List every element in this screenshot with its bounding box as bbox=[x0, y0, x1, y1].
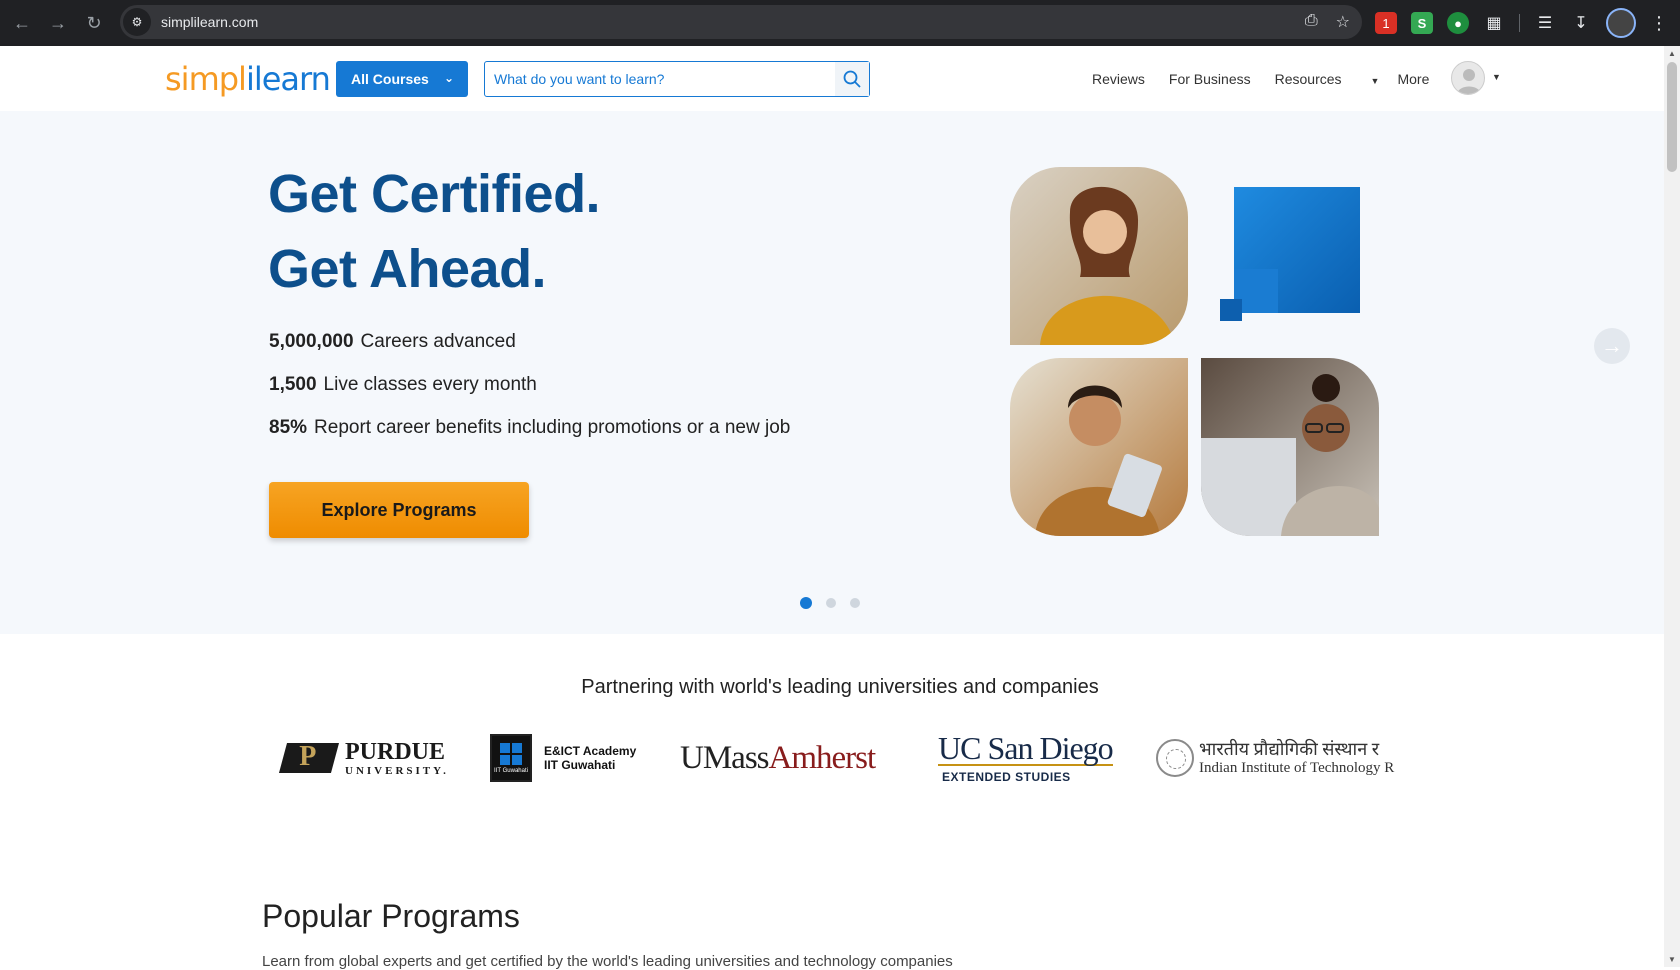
scroll-up-icon[interactable]: ▲ bbox=[1668, 49, 1676, 58]
extension-green-icon[interactable]: ● bbox=[1447, 12, 1469, 34]
stat-label: Report career benefits including promoti… bbox=[314, 417, 791, 438]
user-avatar[interactable] bbox=[1451, 61, 1485, 95]
forward-icon[interactable]: → bbox=[40, 5, 76, 41]
page-scrollbar[interactable]: ▲ ▼ bbox=[1664, 46, 1680, 967]
umass-amherst-logo[interactable]: UMass Amherst bbox=[680, 728, 877, 788]
simplilearn-logo[interactable]: simplilearn bbox=[165, 60, 331, 98]
stat-value: 5,000,000 bbox=[269, 331, 354, 352]
install-app-icon[interactable]: ⎙ bbox=[1305, 12, 1318, 32]
carousel-dots bbox=[800, 597, 860, 609]
hero-stat: 5,000,000 Careers advanced bbox=[269, 331, 516, 353]
popular-programs-subtitle: Learn from global experts and get certif… bbox=[262, 953, 953, 970]
hero-photo-woman-yellow-sweater bbox=[1010, 167, 1188, 345]
stat-value: 85% bbox=[269, 417, 308, 438]
back-icon[interactable]: ← bbox=[4, 5, 40, 41]
eict-line-1: E&ICT Academy bbox=[544, 743, 637, 758]
search-input[interactable] bbox=[485, 62, 825, 96]
chevron-down-icon: ⌄ bbox=[443, 71, 454, 85]
media-controls-icon[interactable]: ☰ bbox=[1534, 12, 1556, 34]
umass-text: UMass bbox=[680, 739, 770, 776]
site-settings-icon[interactable]: ⚙ bbox=[123, 8, 151, 36]
caret-down-icon: ▼ bbox=[1370, 76, 1380, 86]
hero-stat: 1,500 Live classes every month bbox=[269, 374, 537, 396]
purdue-p-mark bbox=[278, 743, 340, 773]
ucsd-title: UC San Diego bbox=[938, 730, 1114, 766]
purdue-name: PURDUE bbox=[345, 738, 445, 765]
brand-mark-graphic bbox=[1220, 187, 1360, 327]
eict-line-2: IIT Guwahati bbox=[544, 758, 616, 772]
carousel-dot[interactable] bbox=[826, 598, 836, 608]
partners-heading: Partnering with world's leading universi… bbox=[581, 676, 1099, 698]
carousel-dot[interactable] bbox=[800, 597, 812, 609]
top-nav: Reviews For Business Resources ▼ More ▼ bbox=[1092, 71, 1498, 87]
site-header: simplilearn All Courses ⌄ Reviews For Bu… bbox=[0, 46, 1664, 111]
partner-logos: PURDUEUNIVERSITY. IIT Guwahati E&ICT Aca… bbox=[0, 728, 1664, 788]
amherst-text: Amherst bbox=[768, 739, 877, 776]
iit-hindi-name: भारतीय प्रौद्योगिकी संस्थान र bbox=[1199, 739, 1380, 760]
hero-title-line-1: Get Certified. bbox=[268, 164, 601, 224]
purdue-logo[interactable]: PURDUEUNIVERSITY. bbox=[278, 728, 449, 788]
eict-iit-guwahati-logo[interactable]: IIT Guwahati E&ICT Academy IIT Guwahati bbox=[490, 728, 636, 788]
browser-toolbar: ← → ↻ ⚙ simplilearn.com ⎙ ☆ 1 S ● ▦ ☰ ↧ … bbox=[0, 0, 1680, 46]
uc-san-diego-logo[interactable]: UC San Diego EXTENDED STUDIES bbox=[938, 728, 1114, 788]
reload-icon[interactable]: ↻ bbox=[76, 5, 112, 41]
search-box bbox=[484, 61, 870, 97]
extension-badge: 1 bbox=[1382, 15, 1390, 31]
download-icon[interactable]: ↧ bbox=[1570, 12, 1592, 34]
address-bar[interactable]: ⚙ simplilearn.com ⎙ ☆ bbox=[120, 5, 1362, 39]
bookmark-star-icon[interactable]: ☆ bbox=[1336, 12, 1350, 32]
nav-reviews[interactable]: Reviews bbox=[1092, 71, 1145, 87]
eict-badge: IIT Guwahati bbox=[490, 734, 532, 782]
extensions-puzzle-icon[interactable]: ▦ bbox=[1483, 12, 1505, 34]
extension-s-icon[interactable]: S bbox=[1411, 12, 1433, 34]
explore-programs-button[interactable]: Explore Programs bbox=[269, 482, 529, 538]
extension-red-icon[interactable]: 1 bbox=[1375, 12, 1397, 34]
logo-part-1: simpl bbox=[165, 60, 247, 98]
stat-label: Live classes every month bbox=[323, 374, 537, 395]
logo-part-2: ilearn bbox=[245, 60, 331, 98]
nav-resources-label: Resources bbox=[1274, 71, 1342, 87]
carousel-dot[interactable] bbox=[850, 598, 860, 608]
nav-resources[interactable]: Resources ▼ bbox=[1275, 71, 1380, 87]
hero-photo-woman-laptop bbox=[1201, 358, 1379, 536]
hero-stat: 85% Report career benefits including prom… bbox=[269, 417, 790, 439]
iit-logo[interactable]: भारतीय प्रौद्योगिकी संस्थान र Indian Inst… bbox=[1156, 728, 1406, 788]
eict-badge-text: IIT Guwahati bbox=[494, 767, 528, 774]
purdue-sub: UNIVERSITY. bbox=[345, 764, 449, 777]
scrollbar-thumb[interactable] bbox=[1667, 62, 1677, 172]
user-caret-icon[interactable]: ▼ bbox=[1492, 72, 1501, 82]
iit-seal-icon bbox=[1156, 739, 1194, 777]
toolbar-divider bbox=[1519, 14, 1520, 32]
stat-label: Careers advanced bbox=[360, 331, 516, 352]
search-icon bbox=[843, 70, 861, 88]
hero-banner: Get Certified. Get Ahead. 5,000,000 Caree… bbox=[0, 111, 1664, 634]
hero-title-line-2: Get Ahead. bbox=[268, 239, 547, 299]
iit-english-name: Indian Institute of Technology R bbox=[1199, 759, 1395, 776]
all-courses-label: All Courses bbox=[351, 71, 429, 87]
stat-value: 1,500 bbox=[269, 374, 317, 395]
carousel-next-button[interactable]: → bbox=[1594, 328, 1630, 364]
popular-programs-heading: Popular Programs bbox=[262, 898, 520, 934]
user-icon bbox=[1457, 69, 1481, 94]
nav-for-business[interactable]: For Business bbox=[1169, 71, 1251, 87]
all-courses-button[interactable]: All Courses ⌄ bbox=[336, 61, 468, 97]
nav-more-label: More bbox=[1397, 71, 1430, 87]
ucsd-sub: EXTENDED STUDIES bbox=[942, 770, 1071, 784]
chrome-menu-icon[interactable]: ⋮ bbox=[1650, 13, 1668, 34]
hero-photo-man-tablet bbox=[1010, 358, 1188, 536]
url-text[interactable]: simplilearn.com bbox=[161, 14, 258, 30]
scroll-down-icon[interactable]: ▼ bbox=[1668, 955, 1676, 964]
profile-avatar[interactable] bbox=[1606, 8, 1636, 38]
search-button[interactable] bbox=[835, 62, 869, 96]
